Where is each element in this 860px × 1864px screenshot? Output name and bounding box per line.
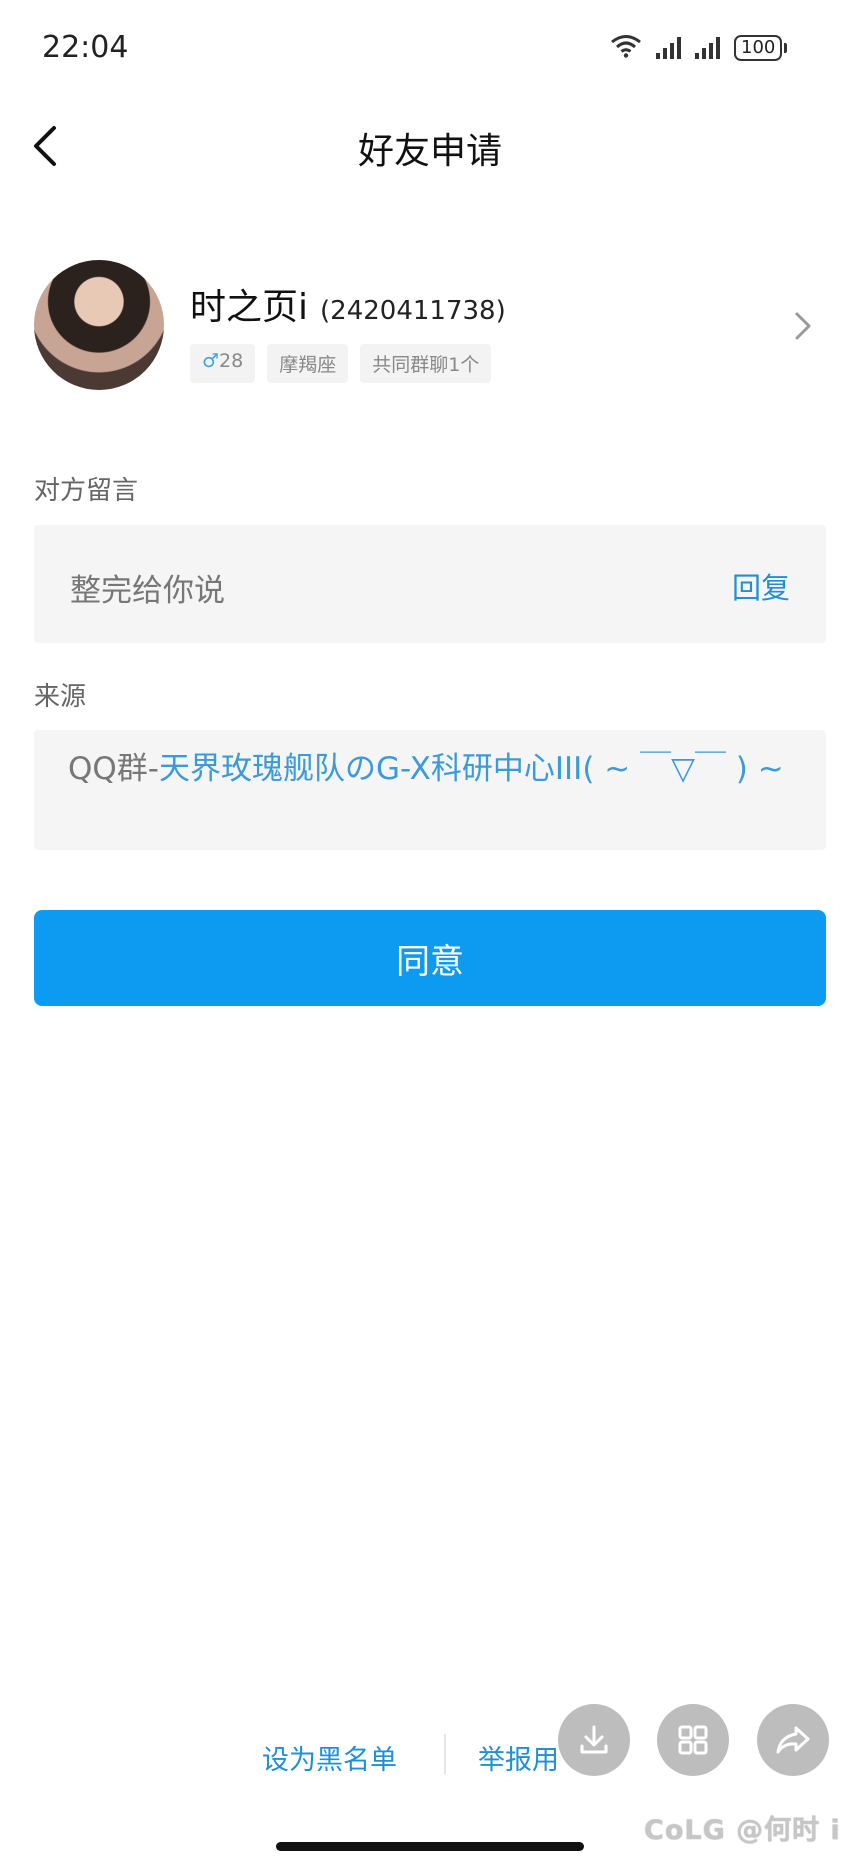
- nickname: 时之页i: [190, 287, 309, 328]
- grid-button[interactable]: [657, 1704, 729, 1776]
- reply-button[interactable]: 回复: [732, 565, 790, 607]
- avatar[interactable]: [34, 260, 164, 390]
- common-groups-tag: 共同群聊1个: [360, 344, 492, 383]
- signal-icon: [695, 37, 720, 59]
- profile-name-line[interactable]: 时之页i (2420411738): [190, 278, 506, 330]
- zodiac-tag: 摩羯座: [267, 344, 349, 383]
- agree-button[interactable]: 同意: [34, 910, 826, 1006]
- download-icon: [580, 1725, 608, 1754]
- source-label: 来源: [34, 682, 87, 712]
- wifi-icon: [610, 34, 642, 62]
- message-label: 对方留言: [34, 476, 139, 506]
- message-text: 整完给你说: [70, 573, 225, 609]
- battery-icon: 100: [734, 35, 788, 61]
- profile-detail-button[interactable]: [788, 306, 818, 346]
- watermark: CoLG @何时 i: [644, 1815, 841, 1846]
- report-link[interactable]: 举报用: [478, 1738, 559, 1777]
- profile-tags: ♂28 摩羯座 共同群聊1个: [190, 344, 492, 383]
- gender-age-tag: ♂28: [190, 344, 256, 383]
- download-button[interactable]: [558, 1704, 630, 1776]
- share-icon: [776, 1726, 810, 1754]
- status-icons: 100: [610, 34, 788, 62]
- qq-id: (2420411738): [320, 296, 506, 326]
- divider: [444, 1734, 446, 1774]
- grid-icon: [678, 1725, 708, 1755]
- blacklist-link[interactable]: 设为黑名单: [262, 1738, 397, 1777]
- share-button[interactable]: [757, 1704, 829, 1776]
- source-text: QQ群-天界玫瑰舰队のG-X科研中心III( ~ ￣▽￣ ) ~: [68, 748, 788, 790]
- chevron-right-icon: [795, 312, 811, 340]
- status-time: 22:04: [42, 30, 129, 65]
- home-indicator[interactable]: [276, 1842, 584, 1851]
- age-value: 28: [219, 350, 244, 372]
- male-icon: ♂: [202, 350, 220, 372]
- page-title: 好友申请: [357, 131, 502, 172]
- signal-icon: [656, 37, 681, 59]
- source-prefix: QQ群-: [68, 751, 159, 787]
- source-group-link[interactable]: 天界玫瑰舰队のG-X科研中心III( ~ ￣▽￣ ) ~: [159, 751, 784, 787]
